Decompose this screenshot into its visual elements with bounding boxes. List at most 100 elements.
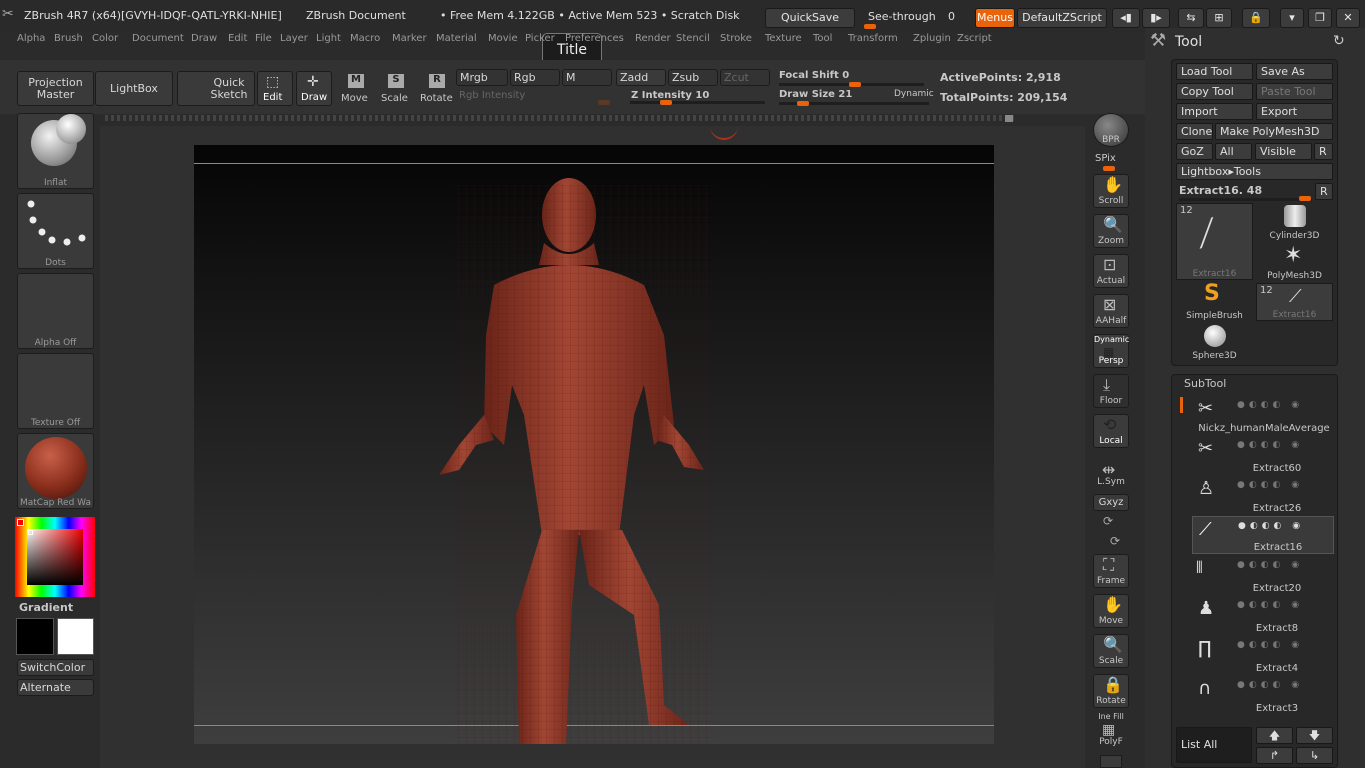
rgb-button[interactable]: Rgb — [510, 69, 560, 86]
tool-palette-title[interactable]: Tool — [1175, 34, 1202, 50]
m-button[interactable]: M — [562, 69, 612, 86]
floor-button[interactable]: ⤓ Floor — [1093, 374, 1129, 408]
z-intensity-slider[interactable]: Z Intensity 10 — [628, 88, 768, 105]
export-button[interactable]: Export — [1256, 103, 1333, 120]
primary-color-swatch[interactable] — [16, 618, 54, 655]
close-icon[interactable]: ✕ — [1336, 8, 1360, 28]
turn-right-arrow-icon[interactable]: ↱ — [1256, 747, 1293, 764]
clone-button[interactable]: Clone — [1176, 123, 1213, 140]
human-male-model[interactable] — [194, 145, 994, 744]
list-all-button[interactable]: List All — [1176, 727, 1252, 763]
tool-thumb-polymesh3d[interactable]: ✶ PolyMesh3D — [1256, 243, 1333, 281]
document-viewport[interactable] — [194, 145, 994, 744]
refresh-icon[interactable]: ↻ — [1333, 33, 1345, 49]
menu-render[interactable]: Render — [635, 33, 671, 44]
menu-marker[interactable]: Marker — [392, 33, 427, 44]
mrgb-button[interactable]: Mrgb — [456, 69, 508, 86]
menu-transform[interactable]: Transform — [848, 33, 898, 44]
menu-stroke[interactable]: Stroke — [720, 33, 752, 44]
menu-file[interactable]: File — [255, 33, 272, 44]
subtool-toggles-icon[interactable]: ●◐◐◐ ◉ — [1237, 640, 1303, 650]
move-mode-button[interactable]: M Move — [336, 71, 372, 106]
rotate-z-icon[interactable]: ⟳ — [1110, 534, 1120, 548]
polyf-button[interactable]: Ine Fill ▦ PolyF — [1093, 712, 1129, 748]
menu-zplugin[interactable]: Zplugin — [913, 33, 951, 44]
scale-mode-button[interactable]: S Scale — [376, 71, 412, 106]
lsym-button[interactable]: ⇹ L.Sym — [1093, 462, 1129, 488]
xyz-button[interactable]: Gxyz — [1093, 494, 1129, 511]
subtool-item[interactable]: ♙ ●◐◐◐ ◉ Extract26 — [1192, 476, 1334, 514]
menu-zscript[interactable]: Zscript — [957, 33, 992, 44]
goz-r-button[interactable]: R — [1314, 143, 1333, 160]
local-button[interactable]: ⟲ Local — [1093, 414, 1129, 448]
menu-document[interactable]: Document — [132, 33, 184, 44]
subtool-toggles-icon[interactable]: ●◐◐◐ ◉ — [1237, 480, 1303, 490]
subtool-scrollbar[interactable] — [1180, 397, 1183, 413]
dynamic-label[interactable]: Dynamic — [894, 89, 934, 99]
menu-texture[interactable]: Texture — [765, 33, 802, 44]
subtool-toggles-icon[interactable]: ●◐◐◐ ◉ — [1237, 440, 1303, 450]
menus-button[interactable]: Menus — [975, 8, 1015, 28]
spix-slider[interactable]: SPix — [1093, 152, 1129, 172]
subtool-toggles-icon[interactable]: ●◐◐◐ ◉ — [1237, 400, 1303, 410]
goz-all-button[interactable]: All — [1215, 143, 1252, 160]
material-selector[interactable]: MatCap Red Wa — [17, 433, 94, 509]
menu-layer[interactable]: Layer — [280, 33, 308, 44]
copy-tool-button[interactable]: Copy Tool — [1176, 83, 1253, 100]
load-tool-button[interactable]: Load Tool — [1176, 63, 1253, 80]
make-polymesh-button[interactable]: Make PolyMesh3D — [1215, 123, 1333, 140]
rotate-view-button[interactable]: 🔒 Rotate — [1093, 674, 1129, 708]
tool-r-button[interactable]: R — [1315, 183, 1333, 200]
menu-color[interactable]: Color — [92, 33, 118, 44]
rotate-mode-button[interactable]: R Rotate — [417, 71, 457, 106]
texture-selector[interactable]: Texture Off — [17, 353, 94, 429]
alpha-selector[interactable]: Alpha Off — [17, 273, 94, 349]
zsub-button[interactable]: Zsub — [668, 69, 718, 86]
menu-draw[interactable]: Draw — [191, 33, 217, 44]
edit-mode-button[interactable]: ⬚ Edit — [257, 71, 293, 106]
menu-light[interactable]: Light — [316, 33, 341, 44]
menu-movie[interactable]: Movie — [488, 33, 518, 44]
draw-mode-button[interactable]: ✛ Draw — [296, 71, 332, 106]
tool-thumb-extract16[interactable]: 12 ⟋ Extract16 — [1176, 203, 1253, 280]
quicksave-button[interactable]: QuickSave — [765, 8, 855, 28]
tool-thumb-extract16-b[interactable]: 12 ⟋ Extract16 — [1256, 283, 1333, 321]
toggle-left-icon[interactable]: ◂▮ — [1112, 8, 1140, 28]
toggle-right-icon[interactable]: ▮▸ — [1142, 8, 1170, 28]
import-button[interactable]: Import — [1176, 103, 1253, 120]
menu-stencil[interactable]: Stencil — [676, 33, 710, 44]
color-picker[interactable] — [15, 517, 95, 597]
current-tool-slider[interactable]: Extract16. 48 — [1176, 182, 1313, 202]
alternate-button[interactable]: Alternate — [17, 679, 94, 696]
see-through-slider[interactable]: See-through 0 — [860, 8, 968, 29]
rotate-y-icon[interactable]: ⟳ — [1103, 514, 1113, 528]
turn-down-arrow-icon[interactable]: ↳ — [1296, 747, 1333, 764]
focal-shift-slider[interactable]: Focal Shift 0 — [777, 69, 927, 87]
goz-button[interactable]: GoZ — [1176, 143, 1213, 160]
tool-thumb-cylinder3d[interactable]: Cylinder3D — [1256, 203, 1333, 241]
menu-tool[interactable]: Tool — [813, 33, 832, 44]
zoom-button[interactable]: 🔍 Zoom — [1093, 214, 1129, 248]
move-up-arrow-icon[interactable]: 🡅 — [1256, 727, 1293, 744]
minimize-icon[interactable]: ▾ — [1280, 8, 1304, 28]
lock-icon[interactable]: 🔒 — [1242, 8, 1270, 28]
bpr-button[interactable]: BPR — [1093, 113, 1129, 147]
switchcolor-button[interactable]: SwitchColor — [17, 659, 94, 676]
subtool-item[interactable]: ⫴ ●◐◐◐ ◉ Extract20 — [1192, 556, 1334, 594]
projection-master-button[interactable]: Projection Master — [17, 71, 94, 106]
restore-icon[interactable]: ❐ — [1308, 8, 1332, 28]
move-down-arrow-icon[interactable]: 🡇 — [1296, 727, 1333, 744]
color-square[interactable] — [27, 529, 83, 585]
aahalf-button[interactable]: ⊠ AAHalf — [1093, 294, 1129, 328]
paste-tool-button[interactable]: Paste Tool — [1256, 83, 1333, 100]
subtool-item[interactable]: ♟ ●◐◐◐ ◉ Extract8 — [1192, 596, 1334, 634]
quick-sketch-button[interactable]: Quick Sketch — [177, 71, 255, 106]
zadd-button[interactable]: Zadd — [616, 69, 666, 86]
timeline-ruler[interactable] — [105, 115, 1015, 121]
persp-button[interactable]: Dynamic ▦ Persp — [1093, 334, 1129, 368]
frame-button[interactable]: ⛶ Frame — [1093, 554, 1129, 588]
transp-button[interactable] — [1100, 755, 1122, 768]
menu-macro[interactable]: Macro — [350, 33, 380, 44]
default-zscript-button[interactable]: DefaultZScript — [1017, 8, 1107, 28]
menu-edit[interactable]: Edit — [228, 33, 247, 44]
